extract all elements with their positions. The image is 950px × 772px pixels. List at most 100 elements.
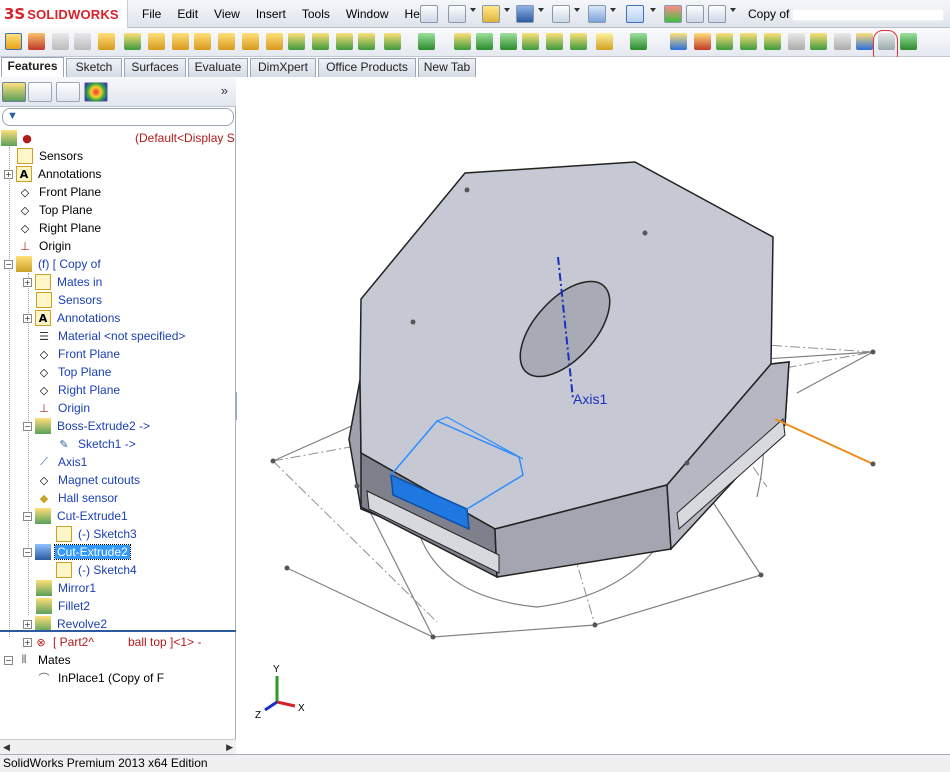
curves-icon[interactable]: [454, 33, 471, 50]
tab-evaluate[interactable]: Evaluate: [188, 58, 248, 77]
split-line-icon[interactable]: [670, 33, 687, 50]
tree-row-right-plane[interactable]: ◇ Right Plane: [17, 219, 103, 237]
file-properties-icon[interactable]: [686, 5, 704, 23]
menu-insert[interactable]: Insert: [248, 0, 294, 28]
scroll-left-icon[interactable]: ◀: [3, 742, 10, 753]
tree-row-mirror1[interactable]: Mirror1: [36, 579, 98, 597]
open-dropdown-icon[interactable]: [504, 8, 510, 12]
extruded-boss-icon[interactable]: [5, 33, 22, 50]
new-document-icon[interactable]: [448, 5, 466, 23]
tree-row-sketch1[interactable]: ✎ Sketch1 ->: [56, 435, 138, 453]
collapse-icon[interactable]: −: [23, 511, 32, 521]
print-dropdown-icon[interactable]: [574, 8, 580, 12]
extruded-cut-icon[interactable]: [124, 33, 141, 50]
boundary-cut-icon[interactable]: [242, 33, 259, 50]
flex-icon[interactable]: [546, 33, 563, 50]
move-copy-body-icon[interactable]: [740, 33, 757, 50]
tree-row-magnet-cutouts[interactable]: ◇ Magnet cutouts: [36, 471, 142, 489]
print-icon[interactable]: [552, 5, 570, 23]
options-icon[interactable]: [708, 5, 726, 23]
revolved-boss-icon[interactable]: [28, 33, 45, 50]
undo-dropdown-icon[interactable]: [610, 8, 616, 12]
tab-dimxpert[interactable]: DimXpert: [250, 58, 316, 77]
scale-icon[interactable]: [764, 33, 781, 50]
menu-edit[interactable]: Edit: [169, 0, 206, 28]
menu-view[interactable]: View: [206, 0, 248, 28]
tree-filter[interactable]: ▼: [2, 108, 234, 126]
wrap-icon[interactable]: [500, 33, 517, 50]
tree-row-right-plane-2[interactable]: ◇ Right Plane: [36, 381, 122, 399]
combine-icon[interactable]: [694, 33, 711, 50]
tree-row-sketch4[interactable]: (-) Sketch4: [56, 561, 139, 579]
revolved-cut-icon[interactable]: [172, 33, 189, 50]
cavity-icon[interactable]: [834, 33, 851, 50]
tab-features[interactable]: Features: [1, 57, 64, 77]
dome-icon[interactable]: [522, 33, 539, 50]
tree-row-origin-2[interactable]: ⊥ Origin: [36, 399, 92, 417]
configuration-manager-icon[interactable]: [56, 82, 80, 102]
tree-row-sensors-2[interactable]: Sensors: [36, 291, 104, 309]
delete-body-icon[interactable]: [716, 33, 733, 50]
tree-row-root[interactable]: ● (Default<Display S: [1, 129, 236, 147]
tree-row-cut-extrude2[interactable]: − Cut-Extrude2: [23, 543, 131, 561]
open-folder-icon[interactable]: [482, 5, 500, 23]
tree-row-inplace1[interactable]: ⌒ InPlace1 (Copy of F: [36, 669, 166, 687]
collapse-icon[interactable]: −: [23, 547, 32, 557]
tree-row-sketch3[interactable]: (-) Sketch3: [56, 525, 139, 543]
tree-row-mates[interactable]: − ⦀ Mates: [4, 651, 73, 669]
tab-sketch[interactable]: Sketch: [66, 58, 122, 77]
tree-row-part-copy[interactable]: − (f) [ Copy of: [4, 255, 103, 273]
tree-row-sensors[interactable]: Sensors: [17, 147, 85, 165]
tree-row-front-plane-2[interactable]: ◇ Front Plane: [36, 345, 122, 363]
swept-cut-icon[interactable]: [194, 33, 211, 50]
expand-icon[interactable]: +: [23, 637, 32, 647]
freeform-icon[interactable]: [856, 33, 873, 50]
menu-tools[interactable]: Tools: [294, 0, 338, 28]
shell-icon[interactable]: [384, 33, 401, 50]
undo-icon[interactable]: [588, 5, 606, 23]
thicken-icon[interactable]: [788, 33, 805, 50]
horizontal-scrollbar[interactable]: ◀ ▶: [0, 739, 236, 754]
save-dropdown-icon[interactable]: [538, 8, 544, 12]
tree-row-axis1[interactable]: ⟋ Axis1: [36, 453, 89, 471]
tab-office-products[interactable]: Office Products: [318, 58, 416, 77]
tree-row-fillet2[interactable]: Fillet2: [36, 597, 92, 615]
tree-row-origin[interactable]: ⊥ Origin: [17, 237, 73, 255]
menu-window[interactable]: Window: [338, 0, 397, 28]
tree-row-mates-in[interactable]: + Mates in: [23, 273, 104, 291]
tree-row-material[interactable]: ☰ Material <not specified>: [36, 327, 187, 345]
expand-icon[interactable]: +: [23, 277, 32, 287]
pin-menu-icon[interactable]: [420, 5, 438, 23]
curve-icon[interactable]: [630, 33, 647, 50]
tree-row-annotations-2[interactable]: + A Annotations: [23, 309, 122, 327]
tree-row-hall-sensor[interactable]: ◆ Hall sensor: [36, 489, 120, 507]
tree-row-annotations[interactable]: + A Annotations: [4, 165, 103, 183]
move-face-icon[interactable]: [476, 33, 493, 50]
expand-icon[interactable]: +: [23, 619, 32, 629]
tree-row-part2[interactable]: + ⊗ [ Part2^ ball top ]<1> -: [23, 633, 203, 651]
expand-icon[interactable]: +: [4, 169, 13, 179]
lofted-cut-icon[interactable]: [218, 33, 235, 50]
tree-row-top-plane-2[interactable]: ◇ Top Plane: [36, 363, 113, 381]
tree-row-cut-extrude1[interactable]: − Cut-Extrude1: [23, 507, 130, 525]
select-dropdown-icon[interactable]: [650, 8, 656, 12]
indent-icon[interactable]: [810, 33, 827, 50]
featuremanager-tree-icon[interactable]: [2, 82, 26, 102]
draft-icon[interactable]: [358, 33, 375, 50]
chamfer-icon[interactable]: [288, 33, 305, 50]
intersect-icon[interactable]: [570, 33, 587, 50]
scroll-right-icon[interactable]: ▶: [226, 742, 233, 753]
rebuild-traffic-light-icon[interactable]: [664, 5, 682, 23]
menu-file[interactable]: File: [134, 0, 169, 28]
lofted-boss-icon[interactable]: [74, 33, 91, 50]
reference-geometry-icon[interactable]: [418, 33, 435, 50]
collapse-icon[interactable]: −: [4, 655, 13, 665]
solidworks-logo[interactable]: 3S SOLIDWORKS: [0, 0, 128, 28]
rib-icon[interactable]: [336, 33, 353, 50]
instant3d-icon[interactable]: [596, 33, 613, 50]
filter-icon[interactable]: ▼: [7, 110, 18, 122]
tab-new-tab[interactable]: New Tab: [418, 58, 476, 77]
new-dropdown-icon[interactable]: [470, 8, 476, 12]
tree-row-boss-extrude2[interactable]: − Boss-Extrude2 ->: [23, 417, 152, 435]
tree-row-front-plane[interactable]: ◇ Front Plane: [17, 183, 103, 201]
